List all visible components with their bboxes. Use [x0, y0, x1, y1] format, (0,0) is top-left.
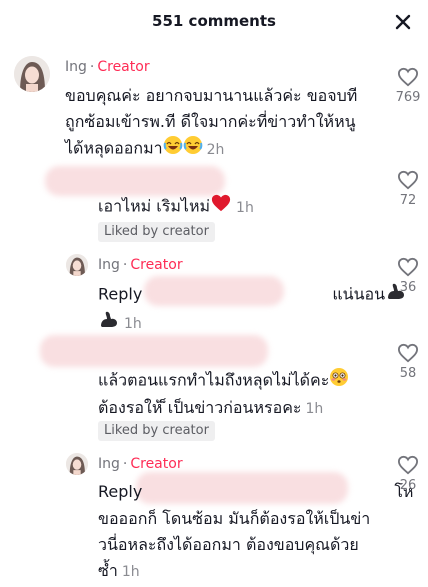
- comments-count-title: 551 comments: [152, 12, 276, 30]
- comment-time: 1h: [124, 315, 142, 332]
- flushed-face-icon: [329, 367, 349, 395]
- flexed-biceps-icon: [98, 309, 120, 337]
- comment-author[interactable]: Ing · Creator: [98, 257, 183, 273]
- comment-time: 1h: [236, 199, 254, 216]
- redacted-username: [45, 166, 225, 196]
- heart-outline-icon: [397, 170, 419, 190]
- close-icon: [395, 14, 411, 30]
- separator-dot: ·: [122, 456, 128, 472]
- comment-author[interactable]: Ing · Creator: [98, 456, 183, 472]
- comment-time: 1h: [305, 401, 324, 417]
- comment-line: ถูกซ้อมเข้ารพ.ที ดีใจมากค่ะที่ข่าวทำให้ห…: [65, 112, 356, 131]
- author-name: Ing: [98, 257, 120, 273]
- like-count: 26: [399, 478, 417, 493]
- like-count: 769: [395, 90, 421, 105]
- laughing-emoji-icon: [183, 135, 203, 163]
- avatar-image: [14, 56, 50, 92]
- avatar-image: [66, 254, 88, 276]
- comment-text: เอาไหม่ เริมไหม่ 1h: [98, 193, 254, 221]
- separator-dot: ·: [89, 59, 95, 75]
- heart-outline-icon: [397, 455, 419, 475]
- heart-outline-icon: [397, 257, 419, 277]
- comment-time: 2h: [206, 141, 225, 158]
- comment-line: ซ้ำ: [98, 560, 118, 580]
- separator-dot: ·: [122, 257, 128, 273]
- like-count: 72: [399, 193, 417, 208]
- reply-label: Reply: [98, 284, 143, 304]
- like-button[interactable]: 26: [390, 455, 426, 493]
- comment-line: แล้วตอนแรกทำไมถึงหลุดไม่ได้คะ: [98, 370, 330, 390]
- like-button[interactable]: 769: [390, 67, 426, 105]
- heart-outline-icon: [397, 67, 419, 87]
- comment-text: Reply โห ขอออกก็ โดนซ้อม มันก็ต้องรอให้เ…: [98, 479, 413, 585]
- like-button[interactable]: 72: [390, 170, 426, 208]
- comment-time: 1h: [121, 563, 140, 580]
- comment-line: วนี่อหละถึงได้ออกมา ต้องขอบคุณด้วย: [98, 534, 359, 554]
- avatar[interactable]: [66, 254, 88, 276]
- comment-author[interactable]: Ing · Creator: [65, 59, 150, 75]
- comment-text: ขอบคุณค่ะ อยากจบมานานแล้วค่ะ ขอจบที ถูกซ…: [65, 83, 357, 163]
- liked-by-creator-badge: Liked by creator: [98, 222, 215, 242]
- liked-by-creator-badge: Liked by creator: [98, 421, 215, 441]
- red-heart-icon: [210, 193, 232, 221]
- author-name: Ing: [65, 59, 87, 75]
- like-button[interactable]: 58: [390, 343, 426, 381]
- close-button[interactable]: [390, 9, 416, 35]
- redacted-username: [40, 335, 268, 367]
- avatar[interactable]: [66, 453, 88, 475]
- comment-line: เอาไหม่ เริมไหม่: [98, 196, 211, 216]
- comment-line: แน่นอน: [332, 284, 386, 304]
- comment-text: Reply แน่นอน 1h: [98, 281, 407, 337]
- comment-line: ได้หลุดออกมา: [65, 138, 163, 158]
- like-button[interactable]: 36: [390, 257, 426, 295]
- comment-line: ขอบคุณค่ะ อยากจบมานานแล้วค่ะ ขอจบที: [65, 86, 358, 105]
- laughing-emoji-icon: [163, 135, 183, 163]
- like-count: 36: [399, 280, 417, 295]
- author-name: Ing: [98, 456, 120, 472]
- comments-header: 551 comments: [0, 0, 428, 44]
- avatar-image: [66, 453, 88, 475]
- reply-label: Reply: [98, 482, 143, 501]
- like-count: 58: [399, 366, 417, 381]
- heart-outline-icon: [397, 343, 419, 363]
- comment-text: แล้วตอนแรกทำไมถึงหลุดไม่ได้คะ ต้องรอให้ …: [98, 367, 349, 422]
- comment-line: ต้องรอให้ ็เป็นข่าวก่อนหรอคะ: [98, 398, 302, 417]
- creator-badge: Creator: [130, 257, 183, 273]
- creator-badge: Creator: [130, 456, 183, 472]
- creator-badge: Creator: [97, 59, 150, 75]
- comment-line: ขอออกก็ โดนซ้อม มันก็ต้องรอให้เป็นข่า: [98, 508, 371, 528]
- avatar[interactable]: [14, 56, 50, 92]
